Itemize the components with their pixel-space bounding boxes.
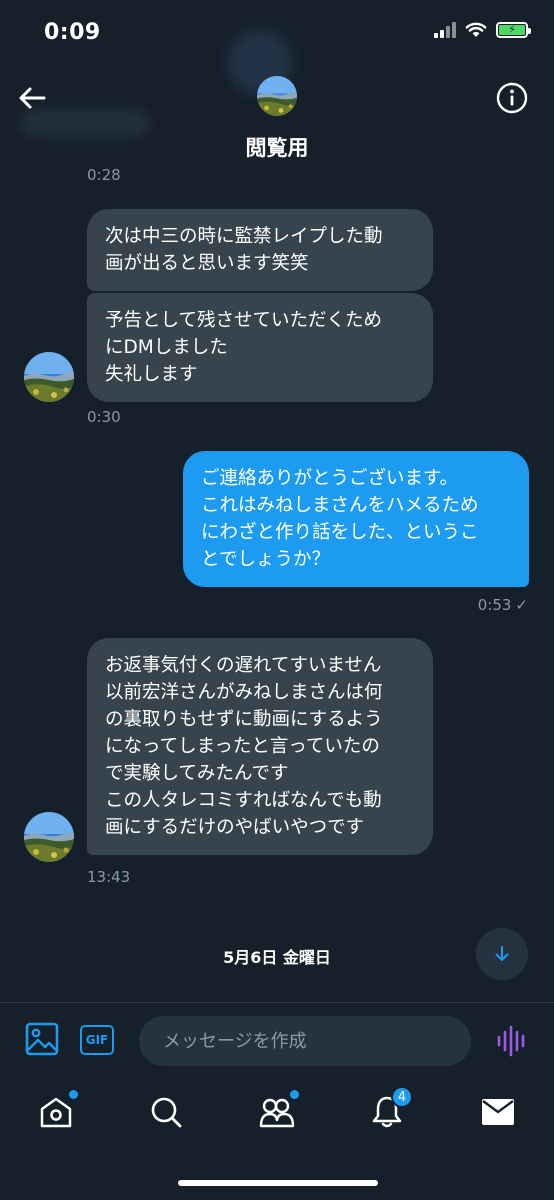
home-indicator [178,1180,378,1186]
conversation-title[interactable]: 閲覧用 [0,132,554,162]
scroll-to-bottom-button[interactable] [476,928,528,980]
tab-search[interactable] [146,1092,186,1132]
incoming-message[interactable]: 予告として残させていただくため にDMしました 失礼します [87,293,433,402]
back-arrow-icon[interactable] [14,80,50,116]
read-receipt-icon: ✓ [515,596,528,614]
incoming-message[interactable]: 次は中三の時に監禁レイプした動 画が出ると思います笑笑 [87,209,433,291]
home-icon [40,1097,72,1128]
message-input[interactable] [139,1016,471,1066]
status-icons: ⚡ [434,22,531,38]
gif-button[interactable]: GIF [80,1025,114,1055]
outgoing-message[interactable]: ご連絡ありがとうございます。 これはみねしまさんをハメるため にわざと作り話をし… [183,451,529,587]
message-timestamp: 0:28 [87,166,121,184]
wifi-icon [465,22,487,37]
tab-communities[interactable] [257,1090,299,1132]
tab-notifications[interactable]: 4 [367,1086,413,1132]
message-meta: 0:53 ✓ [478,596,528,614]
sender-avatar[interactable] [24,352,74,402]
incoming-message[interactable]: お返事気付くの遅れてすいません 以前宏洋さんがみねしまさんは何 の裏取りもせずに… [87,638,433,855]
info-icon[interactable] [496,82,528,114]
date-separator: 5月6日 金曜日 [223,948,331,967]
status-time: 0:09 [44,20,101,45]
tab-messages[interactable] [478,1092,518,1132]
voice-wave-icon[interactable] [496,1024,528,1058]
mail-icon [482,1099,514,1125]
tab-home[interactable] [36,1090,78,1132]
header-avatar[interactable] [257,76,297,116]
image-icon[interactable] [25,1022,59,1056]
arrow-down-icon [495,946,509,961]
communities-unread-dot [290,1090,299,1099]
notifications-badge: 4 [391,1086,413,1108]
communities-icon [259,1098,295,1128]
cellular-signal-icon [434,22,456,38]
composer-divider [0,1002,554,1003]
message-timestamp: 0:30 [87,408,121,426]
search-icon [151,1097,182,1128]
message-timestamp: 0:53 [477,596,512,614]
message-timestamp: 13:43 [87,868,131,886]
sender-avatar[interactable] [24,812,74,862]
home-unread-dot [69,1090,78,1099]
battery-icon: ⚡ [496,22,531,38]
